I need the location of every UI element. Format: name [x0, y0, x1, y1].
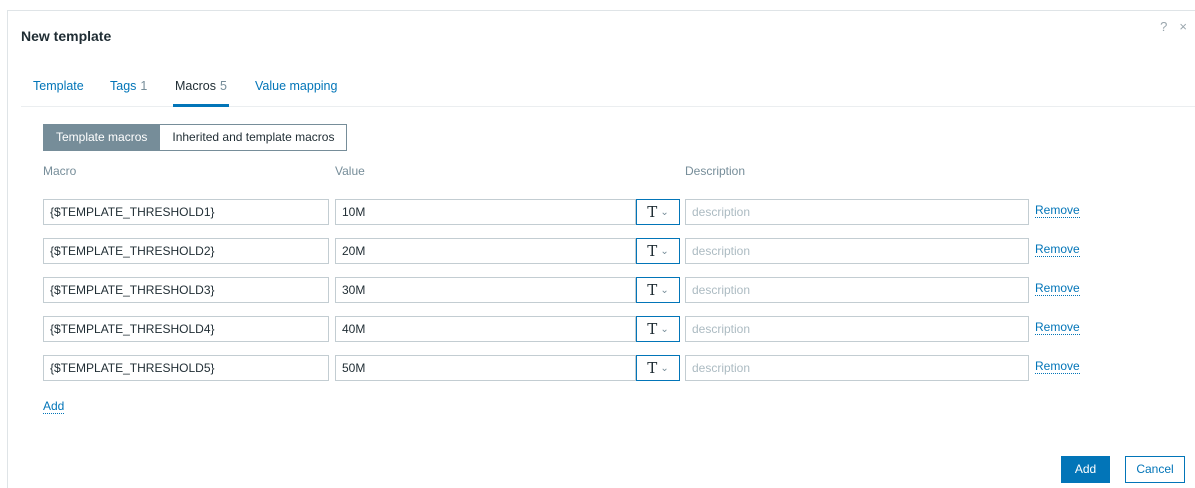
- chevron-down-icon: ⌄: [660, 206, 669, 218]
- macro-mode-toggle: Template macros Inherited and template m…: [43, 124, 348, 151]
- value-type-dropdown[interactable]: T ⌄: [636, 316, 680, 342]
- dialog-header-icons: ? ×: [1160, 19, 1187, 34]
- chevron-down-icon: ⌄: [660, 362, 669, 374]
- column-header-value: Value: [335, 164, 365, 178]
- tab-label: Macros: [175, 79, 216, 93]
- macro-description-input[interactable]: description: [685, 277, 1029, 303]
- chevron-down-icon: ⌄: [660, 284, 669, 296]
- tab-label: Tags: [110, 79, 137, 93]
- text-type-icon: T: [647, 203, 658, 221]
- value-type-dropdown[interactable]: T ⌄: [636, 355, 680, 381]
- column-header-description: Description: [685, 164, 746, 178]
- text-type-icon: T: [647, 359, 658, 377]
- macro-description-input[interactable]: description: [685, 316, 1029, 342]
- macro-value-input[interactable]: 30M: [335, 277, 636, 303]
- macro-name-input[interactable]: {$TEMPLATE_THRESHOLD5}: [43, 355, 329, 381]
- chevron-down-icon: ⌄: [660, 323, 669, 335]
- remove-macro-link[interactable]: Remove: [1035, 321, 1080, 335]
- macro-name-input[interactable]: {$TEMPLATE_THRESHOLD2}: [43, 238, 329, 264]
- add-macro-link[interactable]: Add: [43, 400, 65, 414]
- cancel-button[interactable]: Cancel: [1125, 456, 1185, 483]
- value-type-dropdown[interactable]: T ⌄: [636, 238, 680, 264]
- macro-row: {$TEMPLATE_THRESHOLD4} 40M T ⌄ description Re…: [43, 316, 1103, 343]
- macro-value-input[interactable]: 50M: [335, 355, 636, 381]
- macro-row: {$TEMPLATE_THRESHOLD1} 10M T ⌄ description Re…: [43, 199, 1103, 226]
- macro-value-input[interactable]: 40M: [335, 316, 636, 342]
- remove-macro-link[interactable]: Remove: [1035, 282, 1080, 296]
- tab-value-mapping[interactable]: Value mapping: [255, 79, 337, 93]
- macro-description-input[interactable]: description: [685, 199, 1029, 225]
- macros-panel: Template macros Inherited and template m…: [21, 107, 1195, 427]
- column-header-macro: Macro: [43, 164, 77, 178]
- new-template-dialog: New template ? × Template Tags 1 Macros 5 …: [7, 10, 1195, 488]
- macro-name-input[interactable]: {$TEMPLATE_THRESHOLD4}: [43, 316, 329, 342]
- template-macros-button[interactable]: Template macros: [43, 124, 161, 151]
- macro-row: {$TEMPLATE_THRESHOLD5} 50M T ⌄ description Re…: [43, 355, 1103, 382]
- tab-count: 1: [140, 79, 148, 93]
- dialog-title: New template: [21, 28, 112, 44]
- macro-value-input[interactable]: 10M: [335, 199, 636, 225]
- tab-template[interactable]: Template: [33, 79, 84, 93]
- tab-bar: Template Tags 1 Macros 5 Value mapping: [21, 79, 1195, 107]
- value-type-dropdown[interactable]: T ⌄: [636, 277, 680, 303]
- tab-count: 5: [219, 79, 227, 93]
- text-type-icon: T: [647, 281, 658, 299]
- chevron-down-icon: ⌄: [660, 245, 669, 257]
- macro-row: {$TEMPLATE_THRESHOLD2} 20M T ⌄ description Re…: [43, 238, 1103, 265]
- inherited-macros-button[interactable]: Inherited and template macros: [160, 124, 348, 151]
- tab-label: Template: [33, 79, 84, 93]
- macro-description-input[interactable]: description: [685, 238, 1029, 264]
- tab-tags[interactable]: Tags 1: [110, 79, 147, 93]
- macro-value-input[interactable]: 20M: [335, 238, 636, 264]
- add-button[interactable]: Add: [1061, 456, 1110, 483]
- macro-row: {$TEMPLATE_THRESHOLD3} 30M T ⌄ description Re…: [43, 277, 1103, 304]
- remove-macro-link[interactable]: Remove: [1035, 204, 1080, 218]
- close-icon[interactable]: ×: [1179, 19, 1187, 34]
- tab-label: Value mapping: [255, 79, 338, 93]
- text-type-icon: T: [647, 242, 658, 260]
- help-icon[interactable]: ?: [1160, 19, 1167, 34]
- remove-macro-link[interactable]: Remove: [1035, 360, 1080, 374]
- tab-macros[interactable]: Macros 5: [173, 79, 229, 107]
- value-type-dropdown[interactable]: T ⌄: [636, 199, 680, 225]
- remove-macro-link[interactable]: Remove: [1035, 243, 1080, 257]
- macro-description-input[interactable]: description: [685, 355, 1029, 381]
- macro-name-input[interactable]: {$TEMPLATE_THRESHOLD3}: [43, 277, 329, 303]
- macro-name-input[interactable]: {$TEMPLATE_THRESHOLD1}: [43, 199, 329, 225]
- text-type-icon: T: [647, 320, 658, 338]
